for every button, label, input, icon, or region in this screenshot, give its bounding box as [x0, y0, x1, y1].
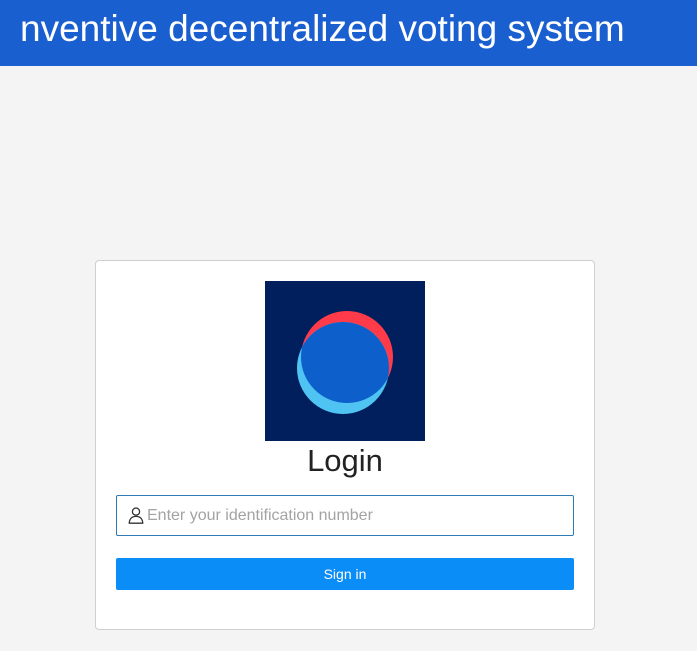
sign-in-button[interactable]: Sign in: [116, 558, 574, 590]
app-header: nventive decentralized voting system: [0, 0, 697, 66]
login-heading: Login: [307, 443, 383, 478]
login-card: Login Sign in: [95, 260, 595, 630]
overlapping-circles-logo-icon: [297, 311, 393, 414]
app-title: nventive decentralized voting system: [20, 8, 625, 49]
identification-input[interactable]: [147, 496, 567, 535]
user-icon: [128, 507, 144, 524]
identification-field[interactable]: [116, 495, 574, 536]
app-logo: [265, 281, 425, 441]
